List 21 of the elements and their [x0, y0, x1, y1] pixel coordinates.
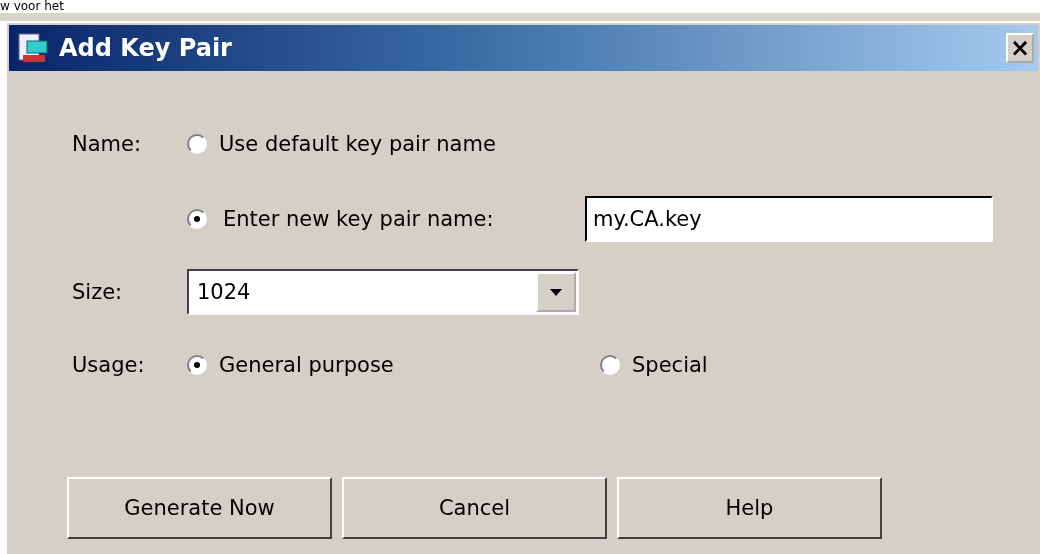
caret-icon	[536, 272, 576, 312]
usage-label: Usage:	[72, 353, 146, 377]
name-label: Name:	[72, 132, 143, 156]
background-text: w voor het	[0, 0, 64, 13]
window-title: Add Key Pair	[59, 34, 233, 62]
key-window-icon	[17, 31, 51, 65]
radio-button[interactable]	[600, 355, 620, 375]
radio-label: Special	[632, 353, 708, 377]
dialog-button[interactable]: Generate Now	[67, 477, 332, 539]
radio-label: Use default key pair name	[219, 132, 496, 156]
dialog-button[interactable]: Help	[617, 477, 882, 539]
radio-label: Enter new key pair name:	[223, 207, 494, 231]
key-name-field[interactable]: my.CA.key	[585, 196, 993, 242]
radio-button[interactable]	[187, 134, 207, 154]
radio-label: General purpose	[219, 353, 394, 377]
radio-button[interactable]	[187, 355, 207, 375]
dialog-button[interactable]: Cancel	[342, 477, 607, 539]
close-button[interactable]: ×	[1006, 33, 1034, 63]
radio-button[interactable]	[187, 209, 207, 229]
size-label: Size:	[72, 280, 124, 304]
size-dropdown[interactable]: 1024	[187, 269, 579, 315]
